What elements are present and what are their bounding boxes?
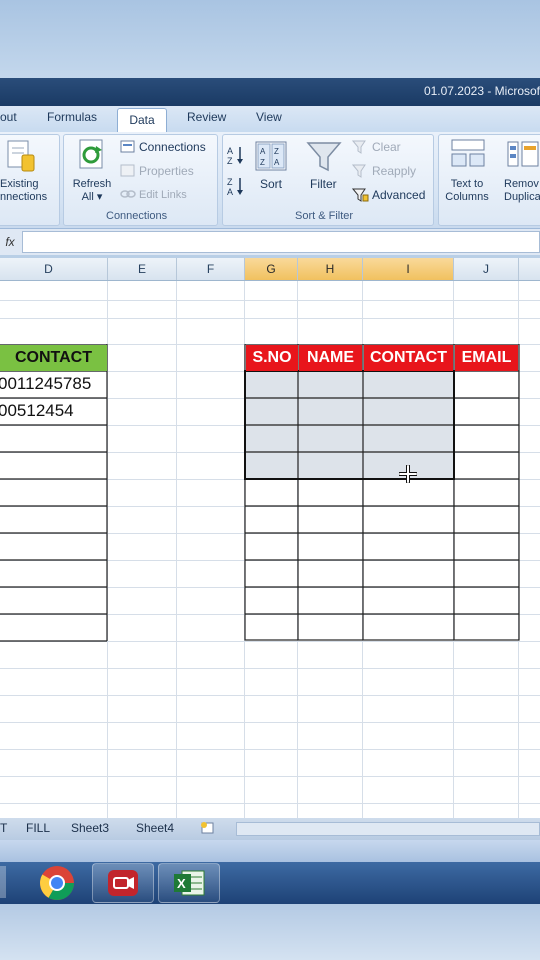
gridline (0, 668, 540, 669)
refresh-all-button[interactable]: Refresh All ▾ (70, 178, 114, 204)
svg-text:Z: Z (227, 156, 233, 166)
recorder-icon (108, 870, 138, 896)
column-header-g[interactable]: G (245, 258, 298, 280)
clear-button[interactable]: Clear (372, 141, 401, 154)
reapply-button[interactable]: Reapply (372, 165, 416, 178)
tab-data[interactable]: Data (117, 108, 167, 134)
clear-filter-icon (352, 140, 366, 154)
tab-view[interactable]: View (256, 110, 282, 124)
edit-links-icon (120, 190, 136, 198)
remove-duplicates-icon (507, 141, 539, 167)
existing-connections-icon (7, 140, 35, 172)
window-title: 01.07.2023 - Microsof (423, 84, 540, 98)
existing-label-1: Existing (0, 178, 39, 190)
sort-a-to-z-icon[interactable]: A Z (227, 144, 247, 166)
horizontal-scrollbar[interactable] (236, 822, 540, 836)
sort-z-to-a-icon[interactable]: Z A (227, 175, 247, 197)
gridline (0, 776, 540, 777)
properties-icon (120, 164, 135, 177)
edit-links-button[interactable]: Edit Links (139, 189, 187, 202)
right-table-header-name[interactable]: NAME (299, 345, 362, 371)
refresh-label-2: All ▾ (81, 191, 103, 203)
left-table-cell[interactable]: 0011245785 (0, 374, 91, 394)
svg-text:Z: Z (260, 158, 265, 167)
sort-button[interactable]: Sort (260, 178, 282, 191)
sheet-tab[interactable]: FILL (26, 821, 50, 835)
sheet-tab[interactable]: T (0, 821, 7, 835)
right-table-header-email[interactable]: EMAIL (455, 345, 518, 371)
column-header-h[interactable]: H (298, 258, 363, 280)
connections-button[interactable]: Connections (139, 141, 206, 154)
sheet-tab[interactable]: Sheet3 (71, 821, 109, 835)
column-header-i[interactable]: I (363, 258, 454, 280)
refresh-all-icon (79, 139, 103, 169)
text-to-columns-button[interactable]: Text to Columns (444, 178, 490, 204)
formula-input[interactable] (22, 231, 540, 253)
excel-icon: X (174, 870, 205, 896)
taskbar-edge (0, 866, 6, 898)
reapply-icon (352, 164, 366, 178)
filter-icon (306, 142, 342, 172)
sort-dialog-icon: A Z Z A (255, 141, 287, 171)
sheet-tab[interactable]: Sheet4 (136, 821, 174, 835)
text-to-label-2: Columns (445, 191, 489, 203)
right-table-header-contact[interactable]: CONTACT (364, 345, 453, 371)
gridline (0, 722, 540, 723)
move-cursor-icon (399, 465, 417, 483)
insert-sheet-icon[interactable] (199, 820, 217, 836)
column-header-j[interactable]: J (454, 258, 519, 280)
refresh-label-1: Refresh (72, 178, 112, 190)
remove-label-1: Remov (504, 178, 539, 190)
remove-duplicates-button[interactable]: Remov Duplica (504, 178, 540, 204)
gridline (0, 300, 540, 301)
tab-formulas[interactable]: Formulas (47, 110, 97, 124)
svg-text:A: A (227, 146, 233, 156)
status-bar (0, 840, 540, 862)
left-table-cell[interactable]: 00512454 (0, 401, 74, 421)
gridline (0, 803, 540, 804)
chrome-icon[interactable] (38, 864, 76, 902)
column-header-d[interactable]: D (0, 258, 108, 280)
column-header-e[interactable]: E (108, 258, 177, 280)
remove-label-2: Duplica (504, 191, 540, 203)
text-to-label-1: Text to (450, 178, 484, 190)
filter-button[interactable]: Filter (310, 178, 337, 191)
tab-review[interactable]: Review (187, 110, 226, 124)
advanced-button[interactable]: Advanced (372, 189, 425, 202)
svg-text:Z: Z (274, 147, 279, 156)
svg-text:A: A (227, 187, 233, 197)
connections-icon (120, 140, 135, 153)
column-header-f[interactable]: F (177, 258, 245, 280)
advanced-filter-icon (352, 188, 369, 202)
group-label-sort-filter: Sort & Filter (295, 210, 354, 222)
column-header-k[interactable] (519, 258, 540, 280)
group-label-connections: Connections (106, 210, 168, 222)
tab-page-layout[interactable]: out (0, 110, 17, 124)
gridline (0, 695, 540, 696)
existing-label-2: nnections (0, 191, 48, 203)
gridline (0, 749, 540, 750)
properties-button[interactable]: Properties (139, 165, 194, 178)
gridline (176, 281, 177, 818)
taskbar (0, 862, 540, 904)
left-table-header-contact[interactable]: CONTACT (0, 345, 107, 371)
svg-text:A: A (260, 147, 266, 156)
desktop-background-bottom (0, 904, 540, 960)
svg-text:Z: Z (227, 177, 233, 187)
right-table-header-sno[interactable]: S.NO (246, 345, 298, 371)
existing-connections-button[interactable]: Existing nnections (0, 178, 47, 204)
svg-text:X: X (177, 876, 186, 891)
svg-text:A: A (274, 158, 280, 167)
desktop-background (0, 0, 540, 78)
insert-function-icon[interactable]: fx (0, 232, 20, 252)
gridline (0, 318, 540, 319)
text-to-columns-icon (451, 139, 485, 167)
right-table-borders (244, 344, 520, 641)
